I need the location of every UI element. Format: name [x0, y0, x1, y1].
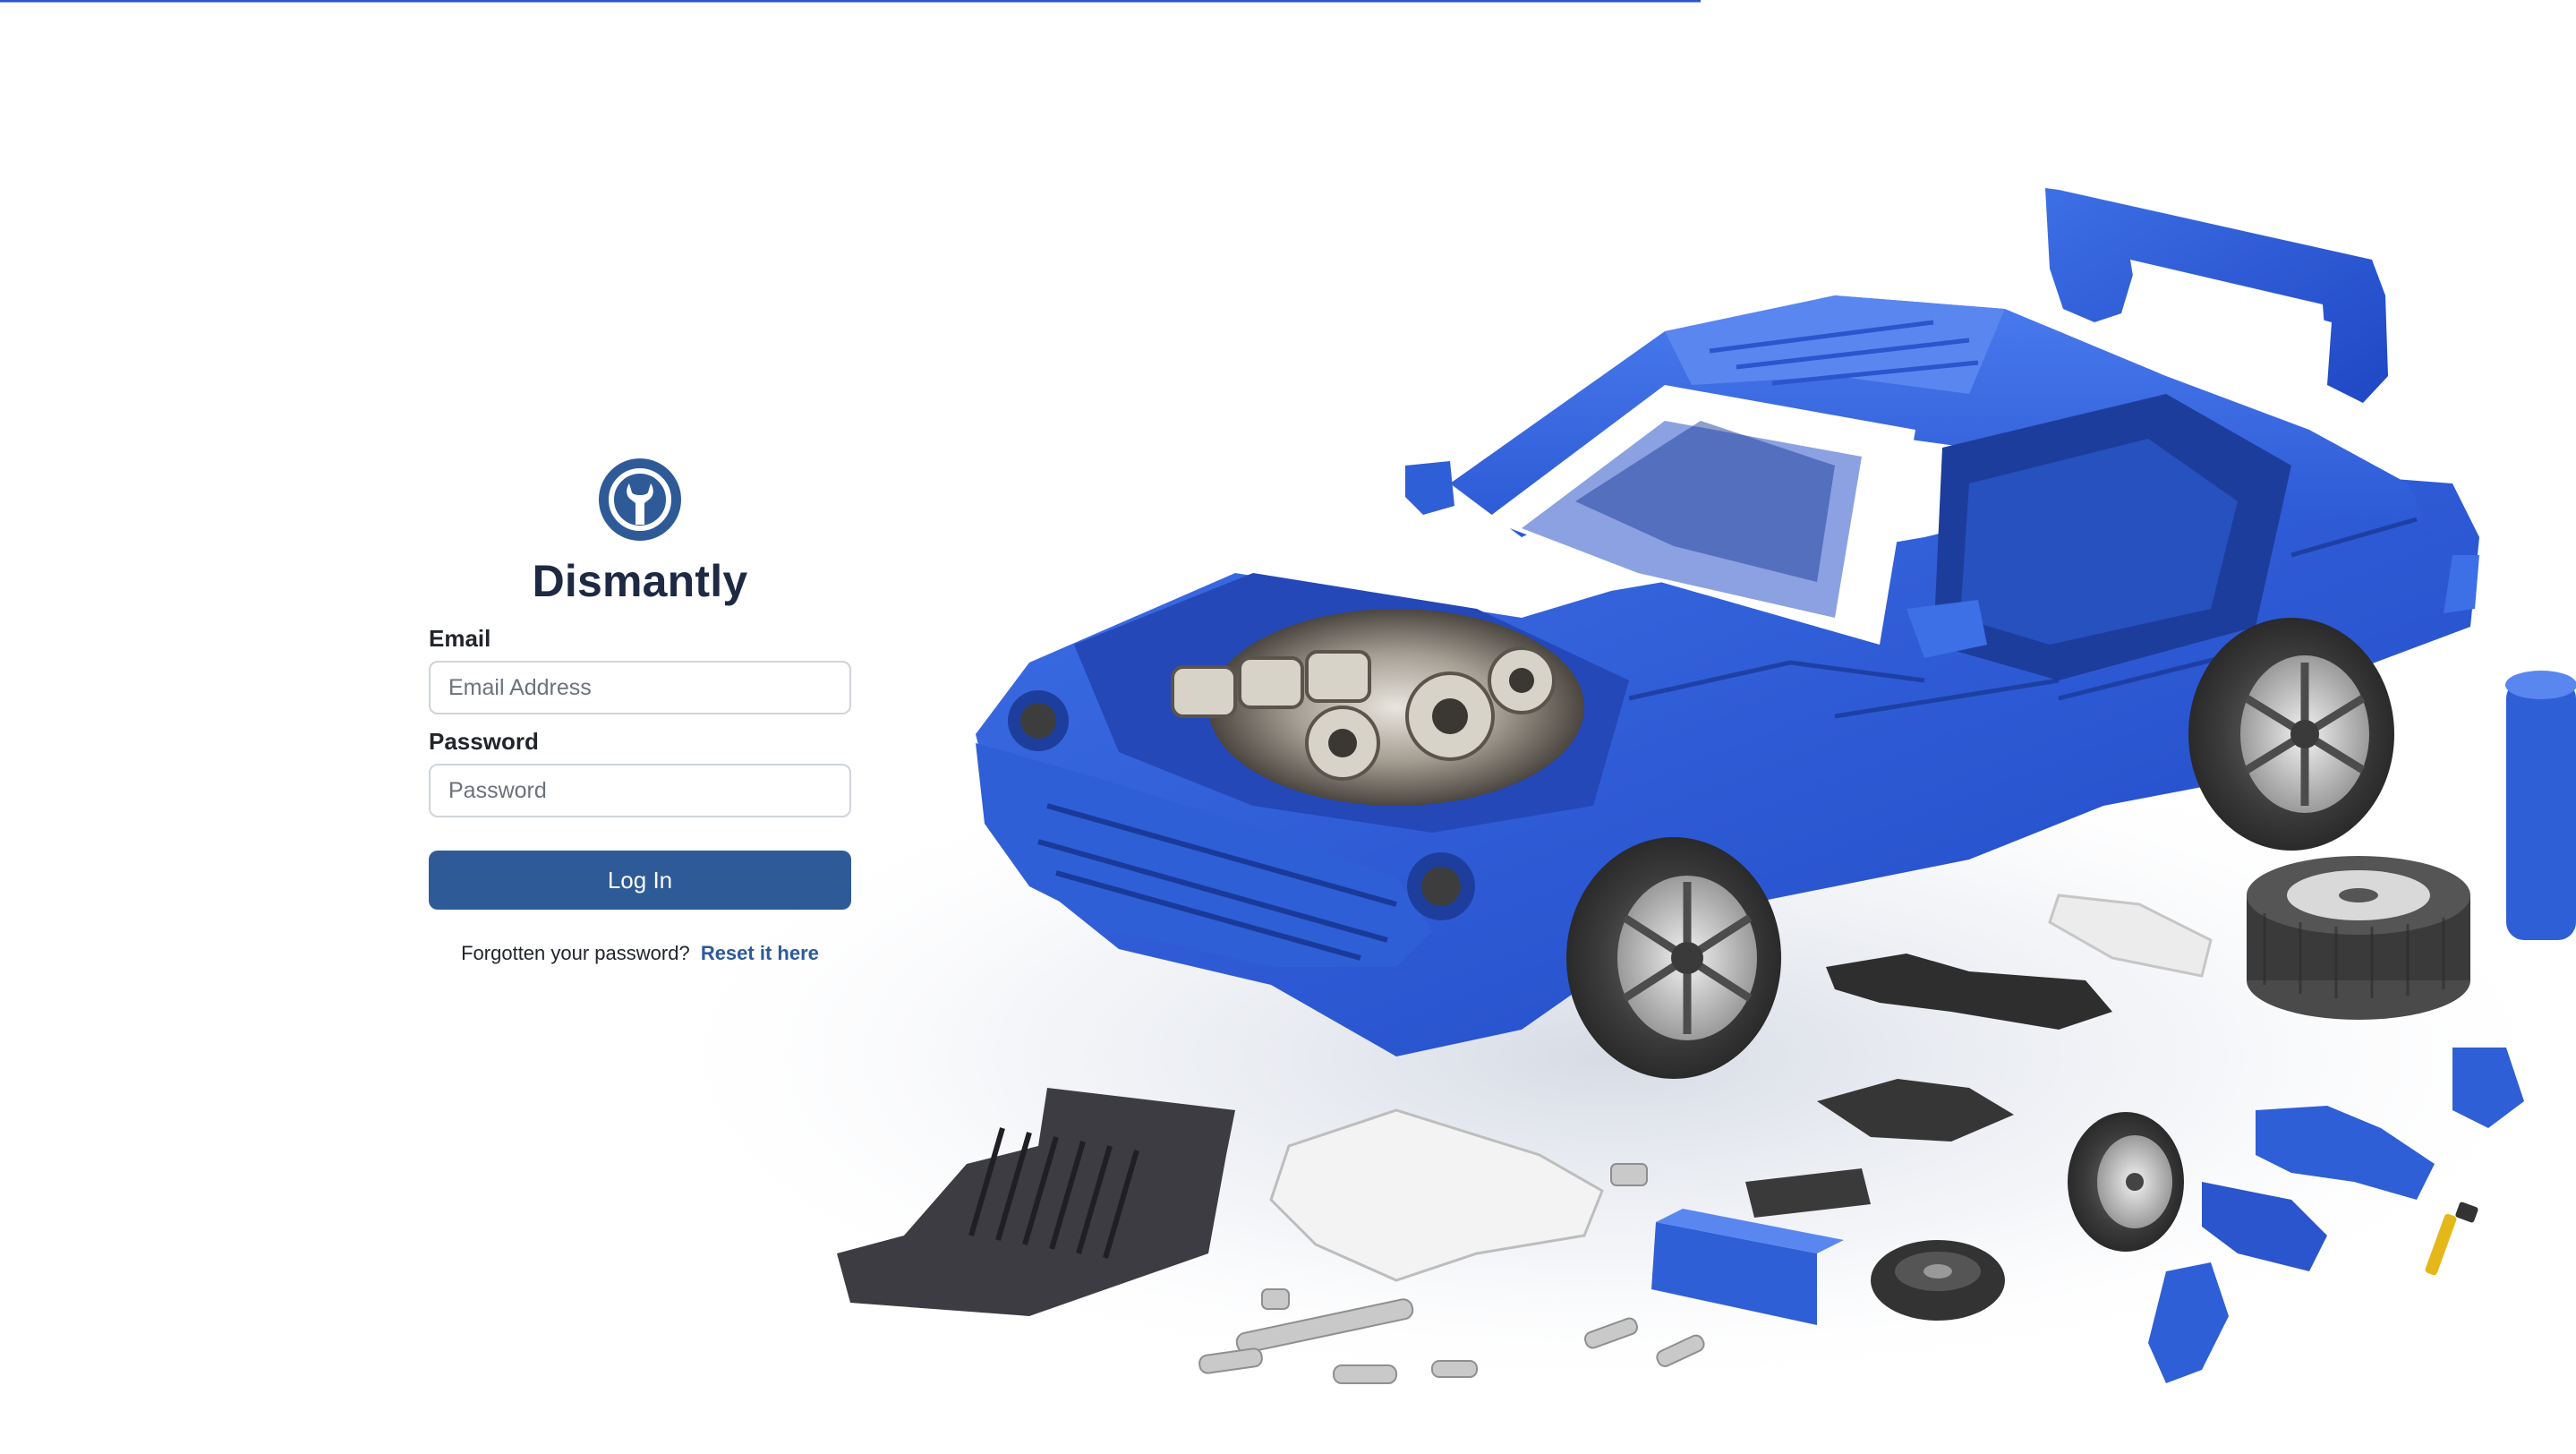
login-button[interactable]: Log In [429, 851, 851, 910]
wrench-steering-wheel-icon [599, 458, 681, 541]
password-field[interactable] [429, 764, 851, 817]
dismantled-car-illustration [0, 0, 2576, 1397]
forgot-password-row: Forgotten your password? Reset it here [429, 942, 851, 965]
brand-name: Dismantly [532, 556, 748, 606]
login-page: Dismantly Email Password Log In Forgotte… [0, 0, 2576, 1454]
forgot-password-text: Forgotten your password? [461, 942, 690, 964]
email-field[interactable] [429, 661, 851, 714]
reset-password-link[interactable]: Reset it here [701, 942, 819, 964]
password-label: Password [429, 728, 539, 755]
email-label: Email [429, 625, 491, 652]
